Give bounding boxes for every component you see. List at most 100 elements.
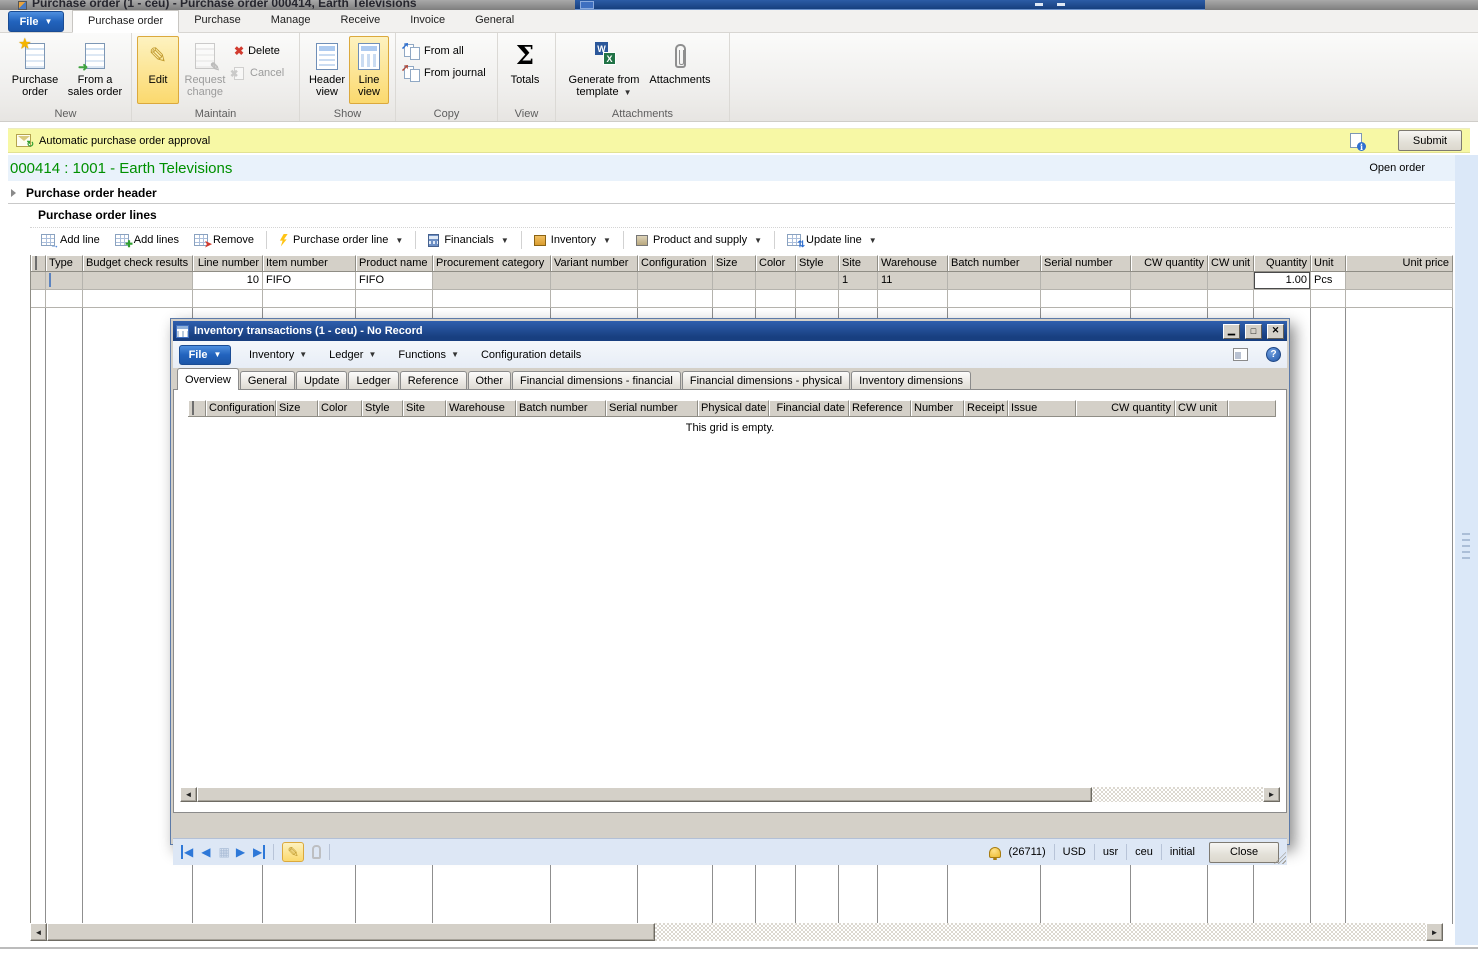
- close-button[interactable]: Close: [1209, 842, 1279, 863]
- cell-type[interactable]: [46, 272, 83, 290]
- cell-size[interactable]: [713, 272, 756, 290]
- dialog-column-header-number[interactable]: Number: [911, 400, 964, 417]
- column-header-site[interactable]: Site: [839, 255, 878, 272]
- column-header-serial_number[interactable]: Serial number: [1041, 255, 1131, 272]
- dialog-column-header-financial-date[interactable]: Financial date: [769, 400, 849, 417]
- dialog-column-header-receipt[interactable]: Receipt: [964, 400, 1008, 417]
- column-header-procurement_category[interactable]: Procurement category: [433, 255, 551, 272]
- cell-unit_price[interactable]: [1346, 272, 1453, 290]
- dialog-menu-functions[interactable]: Functions▼: [398, 349, 459, 361]
- from-sales-order-button[interactable]: ➜ From a sales order: [65, 36, 125, 104]
- po-line-row[interactable]: 10FIFOFIFO1111.00Pcs: [31, 272, 1453, 290]
- dialog-close-button[interactable]: ✕: [1267, 324, 1284, 339]
- totals-button[interactable]: Σ Totals: [503, 36, 547, 104]
- dialog-tab-overview[interactable]: Overview: [177, 368, 239, 390]
- column-header-color[interactable]: Color: [756, 255, 796, 272]
- dialog-menu-inventory[interactable]: Inventory▼: [249, 349, 307, 361]
- splitter-grip-icon[interactable]: [1462, 533, 1470, 559]
- submit-button[interactable]: Submit: [1398, 130, 1462, 151]
- workflow-info-icon[interactable]: [1350, 133, 1362, 148]
- column-header-variant_number[interactable]: Variant number: [551, 255, 638, 272]
- cell-cw_quantity[interactable]: [1131, 272, 1208, 290]
- ribbon-tab-purchase-order[interactable]: Purchase order: [72, 10, 179, 33]
- dialog-column-header-blank[interactable]: [1228, 400, 1276, 417]
- generate-from-template-button[interactable]: WX Generate from template ▼: [561, 36, 647, 104]
- cell-item_number[interactable]: FIFO: [263, 272, 356, 290]
- cell-line_number[interactable]: 10: [193, 272, 263, 290]
- column-header-budget_check_results[interactable]: Budget check results: [83, 255, 193, 272]
- attachments-button[interactable]: Attachments: [647, 36, 713, 104]
- dialog-file-menu-button[interactable]: File ▼: [179, 345, 231, 365]
- factbox-splitter-strip[interactable]: [1455, 155, 1478, 945]
- first-record-button[interactable]: ◀: [181, 845, 193, 859]
- partition-indicator[interactable]: initial: [1170, 846, 1195, 858]
- request-change-button[interactable]: ✎ Request change: [179, 36, 231, 104]
- dialog-minimize-button[interactable]: ▁: [1223, 324, 1240, 339]
- scroll-left-button[interactable]: ◄: [30, 923, 47, 941]
- dialog-column-header-style[interactable]: Style: [362, 400, 403, 417]
- purchase-order-button[interactable]: ★ Purchase order: [5, 36, 65, 104]
- column-header-cw_unit[interactable]: CW unit: [1208, 255, 1254, 272]
- cell-budget_check_results[interactable]: [83, 272, 193, 290]
- ribbon-tab-invoice[interactable]: Invoice: [395, 10, 460, 33]
- line-view-button[interactable]: Line view: [349, 36, 389, 104]
- column-header-cw_quantity[interactable]: CW quantity: [1131, 255, 1208, 272]
- dialog-column-header-cw-quantity[interactable]: CW quantity: [1076, 400, 1175, 417]
- remove-button[interactable]: ➤ Remove: [191, 232, 257, 248]
- cell-cw_unit[interactable]: [1208, 272, 1254, 290]
- column-header-style[interactable]: Style: [796, 255, 839, 272]
- select-all-checkbox[interactable]: [35, 256, 37, 270]
- dialog-scroll-right-button[interactable]: ►: [1263, 787, 1280, 802]
- cell-style[interactable]: [796, 272, 839, 290]
- dialog-select-all-checkbox-cell[interactable]: [188, 400, 206, 417]
- cell-batch_number[interactable]: [948, 272, 1041, 290]
- dialog-scrollbar-thumb[interactable]: [197, 787, 1092, 802]
- product-and-supply-menu[interactable]: Product and supply▼: [633, 232, 765, 248]
- add-line-button[interactable]: → Add line: [38, 232, 103, 248]
- notification-bell-icon[interactable]: [989, 847, 1001, 858]
- dialog-select-all-checkbox[interactable]: [192, 401, 194, 415]
- dialog-menu-configuration-details[interactable]: Configuration details: [481, 349, 581, 361]
- cell-variant_number[interactable]: [551, 272, 638, 290]
- edit-button[interactable]: ✎ Edit: [137, 36, 179, 104]
- grid-view-button[interactable]: ▦: [218, 845, 227, 859]
- cell-color[interactable]: [756, 272, 796, 290]
- help-icon[interactable]: ?: [1266, 347, 1281, 362]
- file-menu-button[interactable]: File ▼: [8, 11, 64, 32]
- dialog-tab-update[interactable]: Update: [296, 371, 347, 390]
- column-header-quantity[interactable]: Quantity: [1254, 255, 1311, 272]
- dialog-column-header-reference[interactable]: Reference: [849, 400, 911, 417]
- next-record-button[interactable]: ▶: [236, 845, 245, 859]
- dialog-column-header-cw-unit[interactable]: CW unit: [1175, 400, 1228, 417]
- dialog-tab-general[interactable]: General: [240, 371, 295, 390]
- dialog-column-header-configuration[interactable]: Configuration: [206, 400, 276, 417]
- po-empty-row[interactable]: [31, 290, 1453, 308]
- column-header-unit[interactable]: Unit: [1311, 255, 1346, 272]
- column-header-configuration[interactable]: Configuration: [638, 255, 713, 272]
- cell-site[interactable]: 1: [839, 272, 878, 290]
- column-header-line_number[interactable]: Line number: [193, 255, 263, 272]
- ribbon-tab-receive[interactable]: Receive: [325, 10, 395, 33]
- column-header-type[interactable]: Type: [46, 255, 83, 272]
- dialog-column-header-physical-date[interactable]: Physical date: [698, 400, 769, 417]
- add-lines-button[interactable]: ✚ Add lines: [112, 232, 182, 248]
- column-header-unit_price[interactable]: Unit price: [1346, 255, 1453, 272]
- cell-procurement_category[interactable]: [433, 272, 551, 290]
- from-journal-button[interactable]: ➚ From journal: [401, 64, 489, 82]
- dialog-tab-other[interactable]: Other: [468, 371, 512, 390]
- dialog-tab-inventory-dimensions[interactable]: Inventory dimensions: [851, 371, 971, 390]
- company-indicator[interactable]: ceu: [1135, 846, 1153, 858]
- delete-button[interactable]: ✖ Delete: [231, 42, 287, 60]
- dialog-column-header-color[interactable]: Color: [318, 400, 362, 417]
- main-scrollbar-thumb[interactable]: [47, 923, 655, 941]
- inventory-menu[interactable]: Inventory▼: [531, 232, 614, 248]
- currency-indicator[interactable]: USD: [1063, 846, 1086, 858]
- dialog-tab-reference[interactable]: Reference: [400, 371, 467, 390]
- cell-warehouse[interactable]: 11: [878, 272, 948, 290]
- edit-record-button[interactable]: ✎: [282, 842, 304, 862]
- column-header-size[interactable]: Size: [713, 255, 756, 272]
- previous-record-button[interactable]: ◀: [201, 845, 210, 859]
- cancel-button[interactable]: ✖ Cancel: [231, 64, 287, 82]
- cell-product_name[interactable]: FIFO: [356, 272, 433, 290]
- user-indicator[interactable]: usr: [1103, 846, 1118, 858]
